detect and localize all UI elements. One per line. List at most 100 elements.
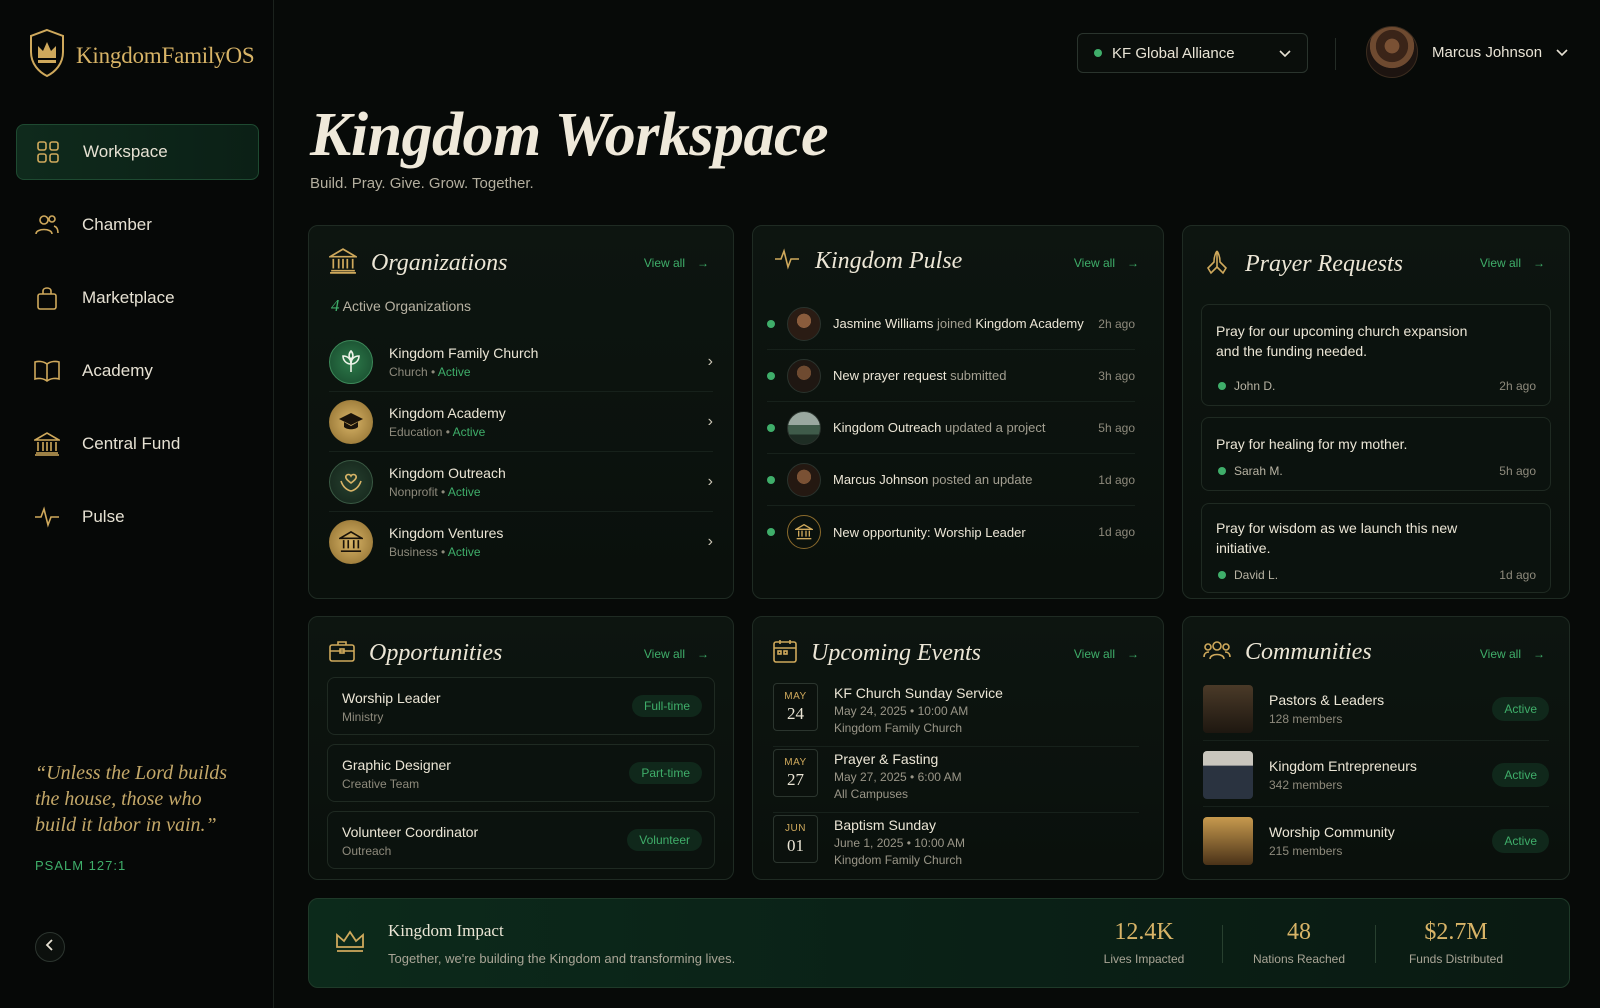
card-title: Prayer Requests xyxy=(1245,251,1403,277)
view-all-link[interactable]: View all → xyxy=(1480,647,1545,661)
pulse-item[interactable]: New opportunity: Worship Leader 1d ago xyxy=(767,506,1135,558)
community-item[interactable]: Worship Community 215 members Active xyxy=(1203,809,1549,873)
user-name: Marcus Johnson xyxy=(1432,43,1543,61)
stat-label: Lives Impacted xyxy=(1103,952,1185,966)
pulse-item[interactable]: New prayer request submitted 3h ago xyxy=(767,350,1135,402)
status-dot xyxy=(767,475,775,484)
sidebar-item-label: Workspace xyxy=(83,142,168,161)
stat-divider xyxy=(1375,925,1376,963)
org-meta: Education • Active xyxy=(389,424,486,439)
status-badge: Active xyxy=(1492,829,1549,853)
communities-card: Communities View all → Pastors & Leaders… xyxy=(1182,616,1570,880)
job-type-badge: Part-time xyxy=(629,762,702,784)
event-time: May 24, 2025 • 10:00 AM xyxy=(834,704,969,718)
community-item[interactable]: Kingdom Entrepreneurs 342 members Active xyxy=(1203,743,1549,807)
pulse-icon xyxy=(34,504,60,530)
prayer-time: 5h ago xyxy=(1499,464,1536,478)
pulse-item[interactable]: Marcus Johnson posted an update 1d ago xyxy=(767,454,1135,506)
arrow-right-icon: → xyxy=(1127,647,1139,661)
sidebar-item-label: Academy xyxy=(82,361,153,380)
status-badge: Active xyxy=(1492,696,1549,721)
sidebar-item-academy[interactable]: Academy xyxy=(16,343,259,399)
stat-value: $2.7M xyxy=(1424,919,1488,945)
prayer-author: John D. xyxy=(1234,379,1276,393)
org-name: Kingdom Ventures xyxy=(389,525,504,541)
prayer-footer: Sarah M. 5h ago xyxy=(1218,464,1536,478)
community-item[interactable]: Pastors & Leaders 128 members Active xyxy=(1203,677,1549,741)
chevron-right-icon: › xyxy=(707,533,713,550)
prayer-author: David L. xyxy=(1234,568,1279,582)
avatar xyxy=(787,306,821,341)
event-item[interactable]: MAY 24 KF Church Sunday Service May 24, … xyxy=(773,683,1139,747)
pulse-item[interactable]: Jasmine Williams joined Kingdom Academy … xyxy=(767,298,1135,350)
prayer-footer: John D. 2h ago xyxy=(1218,379,1536,393)
prayer-request-item[interactable]: Pray for our upcoming church expansion a… xyxy=(1201,304,1551,406)
leaf-icon xyxy=(329,339,373,384)
org-row-kingdom-family-church[interactable]: Kingdom Family Church Church • Active › xyxy=(329,332,713,392)
bank-icon xyxy=(329,520,373,564)
community-members: 342 members xyxy=(1269,777,1343,792)
card-title: Organizations xyxy=(371,250,508,276)
org-type: Church xyxy=(389,364,428,379)
prayer-request-item[interactable]: Pray for healing for my mother. Sarah M.… xyxy=(1201,417,1551,491)
opportunity-item[interactable]: Worship Leader Ministry Full-time xyxy=(327,677,715,735)
community-name: Pastors & Leaders xyxy=(1269,691,1385,708)
chevron-right-icon: › xyxy=(707,472,713,490)
org-row-kingdom-outreach[interactable]: Kingdom Outreach Nonprofit • Active › xyxy=(329,452,713,512)
heart-hands-icon xyxy=(329,459,373,504)
opportunity-item[interactable]: Volunteer Coordinator Outreach Volunteer xyxy=(327,811,715,869)
event-date: JUN 01 xyxy=(773,815,818,863)
org-meta: Nonprofit • Active xyxy=(389,484,481,499)
chevron-left-icon xyxy=(45,938,55,956)
event-month: JUN xyxy=(785,822,806,834)
event-day: 24 xyxy=(787,703,804,723)
people-icon xyxy=(34,212,60,238)
sidebar-item-central-fund[interactable]: Central Fund xyxy=(16,416,259,472)
event-date: MAY 24 xyxy=(773,683,818,731)
crown-icon xyxy=(335,929,365,958)
impact-subtitle: Together, we're building the Kingdom and… xyxy=(388,951,736,966)
event-month: MAY xyxy=(784,690,807,702)
job-type-badge: Full-time xyxy=(631,695,702,717)
app-logo[interactable]: KingdomFamilyOS xyxy=(28,28,255,83)
event-item[interactable]: MAY 27 Prayer & Fasting May 27, 2025 • 6… xyxy=(773,749,1139,813)
event-location: Kingdom Family Church xyxy=(834,853,963,867)
org-row-kingdom-academy[interactable]: Kingdom Academy Education • Active › xyxy=(329,392,713,452)
prayer-author: Sarah M. xyxy=(1234,464,1283,478)
job-type-badge: Volunteer xyxy=(627,829,702,851)
opportunities-card: Opportunities View all → Worship Leader … xyxy=(308,616,734,880)
pulse-action: joined xyxy=(933,316,976,331)
view-all-label: View all xyxy=(643,647,685,661)
arrow-right-icon: → xyxy=(697,647,709,661)
opportunity-item[interactable]: Graphic Designer Creative Team Part-time xyxy=(327,744,715,802)
sidebar-item-workspace[interactable]: Workspace xyxy=(16,124,259,180)
collapse-sidebar-button[interactable] xyxy=(35,932,65,962)
view-all-link[interactable]: View all → xyxy=(1074,256,1139,270)
event-item[interactable]: JUN 01 Baptism Sunday June 1, 2025 • 10:… xyxy=(773,815,1139,879)
view-all-link[interactable]: View all → xyxy=(644,647,709,661)
sidebar-item-label: Marketplace xyxy=(82,288,175,307)
view-all-link[interactable]: View all → xyxy=(1074,647,1139,661)
event-title: KF Church Sunday Service xyxy=(834,685,1003,701)
org-count-value: 4 xyxy=(331,296,340,315)
pulse-actor: Marcus Johnson xyxy=(833,472,929,487)
prayer-request-item[interactable]: Pray for wisdom as we launch this new in… xyxy=(1201,503,1551,593)
sidebar-item-pulse[interactable]: Pulse xyxy=(16,489,259,545)
avatar xyxy=(1366,26,1418,78)
user-menu[interactable]: Marcus Johnson xyxy=(1366,26,1568,78)
sidebar-item-marketplace[interactable]: Marketplace xyxy=(16,270,259,326)
organizations-card: Organizations View all → 4 Active Organi… xyxy=(308,225,734,599)
view-all-link[interactable]: View all → xyxy=(1480,256,1545,270)
status-dot xyxy=(767,423,775,432)
org-selector-label: KF Global Alliance xyxy=(1112,44,1235,62)
view-all-link[interactable]: View all → xyxy=(644,256,709,270)
org-selector[interactable]: KF Global Alliance xyxy=(1077,33,1308,73)
pulse-item[interactable]: Kingdom Outreach updated a project 5h ag… xyxy=(767,402,1135,454)
sidebar-item-label: Pulse xyxy=(82,507,125,526)
active-org-count: 4 Active Organizations xyxy=(331,296,471,316)
prayer-time: 1d ago xyxy=(1499,568,1536,582)
praying-hands-icon xyxy=(1203,248,1231,281)
kingdom-pulse-card: Kingdom Pulse View all → Jasmine William… xyxy=(752,225,1164,599)
sidebar-item-chamber[interactable]: Chamber xyxy=(16,197,259,253)
org-row-kingdom-ventures[interactable]: Kingdom Ventures Business • Active › xyxy=(329,512,713,572)
